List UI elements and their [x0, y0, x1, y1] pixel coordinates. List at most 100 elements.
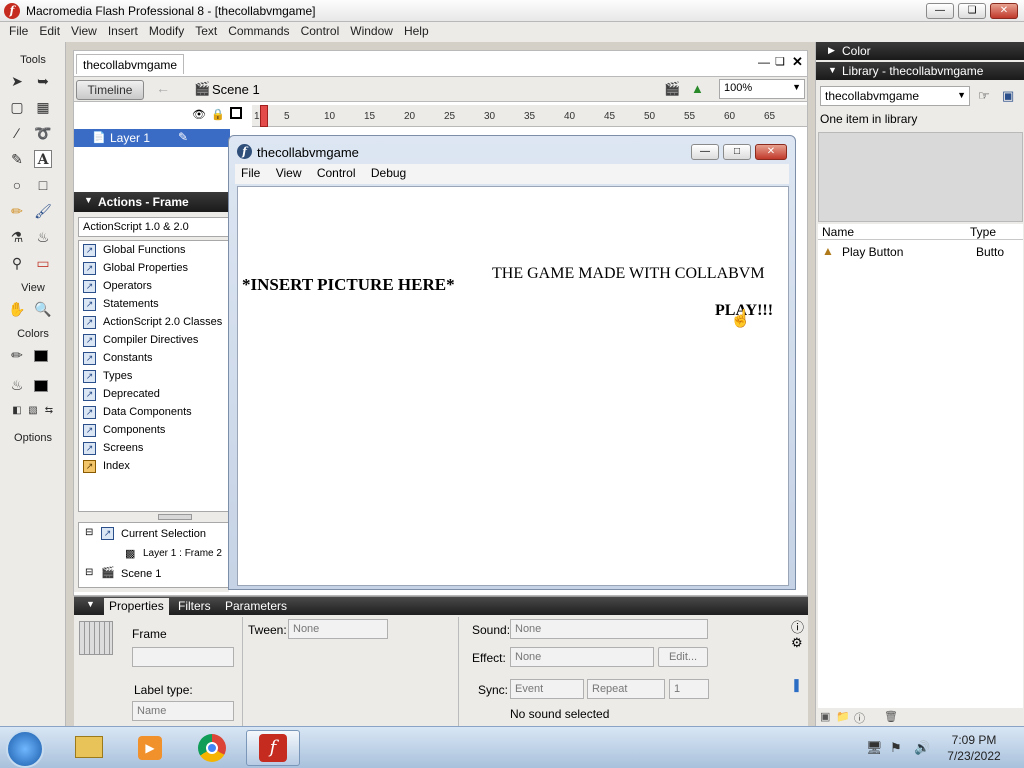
player-menu-debug[interactable]: Debug: [371, 164, 406, 180]
player-menu-file[interactable]: File: [241, 164, 260, 180]
menu-file[interactable]: File: [6, 22, 34, 42]
network-icon[interactable]: 🖥: [866, 740, 883, 756]
new-symbol-icon[interactable]: ▣: [820, 710, 830, 723]
menu-window[interactable]: Window: [347, 22, 399, 42]
scene-tree-label[interactable]: Scene 1: [121, 568, 161, 580]
properties-icon[interactable]: ⓘ: [854, 710, 865, 726]
list-item[interactable]: ↗ Types: [79, 367, 228, 385]
media-player-taskbar-button[interactable]: ▶: [122, 730, 176, 766]
table-row[interactable]: ▲ Play Button Butto: [820, 244, 1020, 262]
back-arrow-icon[interactable]: ←: [156, 80, 170, 96]
frame-ruler[interactable]: 1 5 10 15 20 25 30 35 40 45 50 55 60 65: [252, 105, 807, 127]
player-maximize-button[interactable]: □: [723, 144, 751, 160]
tween-select[interactable]: None: [288, 619, 388, 639]
minimize-button[interactable]: —: [926, 3, 954, 19]
free-transform-icon[interactable]: ▢: [8, 98, 26, 116]
hand-icon[interactable]: ✋: [8, 300, 26, 318]
rectangle-icon[interactable]: □: [34, 176, 52, 194]
label-type-select[interactable]: Name: [132, 701, 234, 721]
clock[interactable]: 7:09 PM 7/23/2022: [935, 732, 1013, 764]
volume-icon[interactable]: 🔊: [914, 740, 930, 756]
swap-colors-icon[interactable]: ⇆: [40, 402, 58, 420]
frame-name-input[interactable]: [132, 647, 234, 667]
pen-icon[interactable]: ✎: [8, 150, 26, 168]
start-button[interactable]: [6, 730, 44, 768]
tab-parameters[interactable]: Parameters: [220, 598, 292, 615]
document-tab[interactable]: thecollabvmgame: [76, 54, 185, 74]
menu-edit[interactable]: Edit: [36, 22, 66, 42]
list-item[interactable]: ↗ Compiler Directives: [79, 331, 228, 349]
edit-scene-icon[interactable]: 🎬: [664, 81, 680, 97]
menu-modify[interactable]: Modify: [146, 22, 190, 42]
list-item[interactable]: ↗ Data Components: [79, 403, 228, 421]
timeline-button[interactable]: Timeline: [76, 80, 144, 100]
lock-icon[interactable]: 🔒: [211, 108, 225, 121]
subselect-icon[interactable]: ➥: [34, 72, 52, 90]
column-name[interactable]: Name: [822, 225, 854, 239]
edit-button[interactable]: Edit...: [658, 647, 708, 667]
lasso-icon[interactable]: ➰: [34, 124, 52, 142]
collapse-icon[interactable]: ⊟: [85, 527, 93, 538]
paint-bucket-icon[interactable]: ♨: [34, 228, 52, 246]
pin-icon[interactable]: ☞: [978, 88, 990, 104]
sync-select[interactable]: Event: [510, 679, 584, 699]
effect-select[interactable]: None: [510, 647, 654, 667]
list-item[interactable]: ↗ Index: [79, 457, 228, 475]
fill-color-icon[interactable]: ♨: [8, 376, 26, 394]
stroke-color-swatch[interactable]: [34, 350, 48, 362]
player-minimize-button[interactable]: —: [691, 144, 719, 160]
zoom-icon[interactable]: 🔍: [34, 300, 52, 318]
list-item[interactable]: ↗ Global Functions: [79, 241, 228, 259]
current-selection-label[interactable]: Current Selection: [121, 528, 206, 540]
library-panel-header[interactable]: ▼ Library - thecollabvmgame: [816, 62, 1024, 80]
arrow-icon[interactable]: ➤: [8, 72, 26, 90]
explorer-taskbar-button[interactable]: [62, 730, 116, 766]
actionscript-version-select[interactable]: ActionScript 1.0 & 2.0: [78, 217, 229, 237]
line-icon[interactable]: ∕: [8, 124, 26, 142]
fill-transform-icon[interactable]: ▦: [34, 98, 52, 116]
list-item[interactable]: ↗ Global Properties: [79, 259, 228, 277]
player-menu-view[interactable]: View: [276, 164, 302, 180]
tab-properties[interactable]: Properties: [104, 598, 169, 615]
zoom-select[interactable]: 100% ▼: [719, 79, 805, 99]
chrome-taskbar-button[interactable]: [184, 730, 238, 766]
stroke-color-icon[interactable]: ✏: [8, 346, 26, 364]
fill-color-swatch[interactable]: [34, 380, 48, 392]
edit-symbols-icon[interactable]: ▲: [691, 81, 704, 96]
tab-filters[interactable]: Filters: [173, 598, 216, 615]
close-button[interactable]: ✕: [990, 3, 1018, 19]
menu-commands[interactable]: Commands: [225, 22, 295, 42]
sound-select[interactable]: None: [510, 619, 708, 639]
list-item[interactable]: ↗ Screens: [79, 439, 228, 457]
pencil-icon[interactable]: ✏: [8, 202, 26, 220]
repeat-count-input[interactable]: 1: [669, 679, 709, 699]
menu-help[interactable]: Help: [401, 22, 435, 42]
list-item[interactable]: ↗ Components: [79, 421, 228, 439]
list-item[interactable]: ↗ ActionScript 2.0 Classes: [79, 313, 228, 331]
player-menu-control[interactable]: Control: [317, 164, 356, 180]
doc-close-icon[interactable]: ✕: [792, 54, 803, 70]
outline-icon[interactable]: [230, 107, 242, 119]
menu-control[interactable]: Control: [298, 22, 346, 42]
edit-code-icon[interactable]: ⚙: [791, 635, 803, 651]
flash-taskbar-button[interactable]: f: [246, 730, 300, 766]
accessibility-icon[interactable]: ❚: [791, 677, 802, 693]
restore-button[interactable]: ❏: [958, 3, 986, 19]
menu-text[interactable]: Text: [192, 22, 223, 42]
column-type[interactable]: Type: [970, 225, 996, 239]
help-icon[interactable]: ⓘ: [791, 617, 804, 636]
actions-header[interactable]: ▼ Actions - Frame: [74, 192, 229, 212]
action-center-icon[interactable]: ⚑: [890, 740, 902, 756]
player-close-button[interactable]: ✕: [755, 144, 787, 160]
list-item[interactable]: ↗ Operators: [79, 277, 228, 295]
playhead[interactable]: [260, 105, 268, 127]
color-panel-header[interactable]: ▶ Color: [816, 42, 1024, 60]
eye-icon[interactable]: 👁: [192, 108, 206, 121]
collapse-icon[interactable]: ⊟: [85, 567, 93, 578]
list-item[interactable]: ↗ Constants: [79, 349, 228, 367]
trash-icon[interactable]: 🗑: [884, 710, 898, 723]
menu-view[interactable]: View: [68, 22, 103, 42]
list-item[interactable]: ↗ Deprecated: [79, 385, 228, 403]
library-select[interactable]: thecollabvmgame ▼: [820, 86, 970, 106]
layer-row[interactable]: 📄 Layer 1 ✎: [74, 129, 230, 147]
